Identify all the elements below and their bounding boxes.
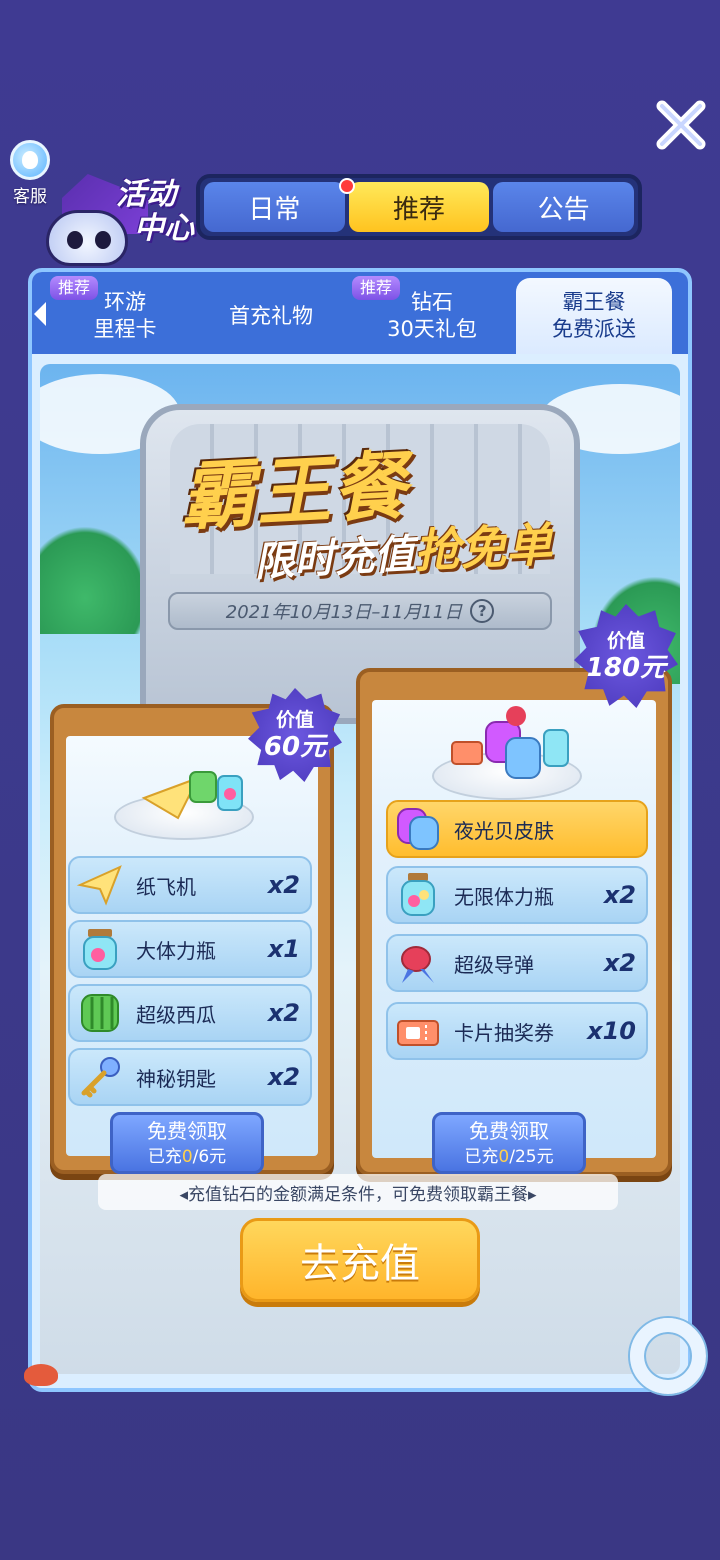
subtab-travel-mileage-card[interactable]: 推荐 环游 里程卡 [50, 276, 200, 354]
value-tag-amount: 60元 [263, 732, 327, 762]
subtab-free-meal[interactable]: 霸王餐 免费派送 [516, 278, 672, 354]
close-icon [656, 100, 706, 150]
progress-prefix: 已充 [464, 1147, 499, 1167]
subtab-diamond-30-day-pack[interactable]: 推荐 钻石 30天礼包 [352, 276, 512, 354]
item-name: 纸飞机 [136, 874, 196, 899]
progress-current: 0 [498, 1147, 510, 1167]
event-scene: 霸王餐 限时充值抢免单 2021年10月13日–11月11日 ? 价值 60元 [40, 364, 680, 1374]
item-quantity: x2 [267, 999, 300, 1027]
mascot-eye [95, 231, 111, 249]
item-quantity: x2 [267, 1063, 300, 1091]
value-tag-label: 价值 [606, 630, 645, 652]
tab-announcement[interactable]: 公告 [493, 182, 635, 232]
item-name: 神秘钥匙 [136, 1066, 216, 1091]
subtab-line1: 首充礼物 [229, 303, 313, 328]
help-icon[interactable]: ? [470, 599, 495, 623]
key-icon [76, 1053, 124, 1101]
free-claim-button[interactable]: 免费领取 已充0/6元 [110, 1112, 264, 1174]
item-quantity: x10 [587, 1017, 636, 1045]
item-quantity: x2 [267, 871, 300, 899]
progress-target: /6元 [192, 1147, 227, 1167]
recharge-progress: 已充0/6元 [113, 1145, 261, 1169]
progress-current: 0 [181, 1147, 193, 1167]
subtab-line1: 霸王餐 [562, 290, 626, 314]
tab-recommended[interactable]: 推荐 [338, 178, 490, 232]
paper-plane-icon [76, 861, 124, 909]
condition-note: ◂充值钻石的金额满足条件，可免费领取霸王餐▸ [98, 1174, 618, 1210]
logo-title-line1: 活动 [116, 177, 176, 212]
event-center-logo: 活动 中心 [38, 158, 198, 268]
crab-decoration-icon [24, 1364, 58, 1386]
close-button[interactable] [652, 96, 710, 154]
notification-dot [338, 178, 355, 194]
subtab-line2: 里程卡 [93, 317, 157, 341]
item-name: 超级导弹 [454, 952, 534, 977]
top-tab-bar: 日常 推荐 公告 [196, 174, 642, 240]
banner-subtitle-part1: 限时充值 [253, 531, 416, 586]
reward-item: 纸飞机 x2 [68, 856, 312, 914]
subtab-line1: 钻石 [411, 290, 453, 314]
value-tag-label: 价值 [275, 709, 314, 731]
banner-subtitle-highlight: 抢免单 [412, 517, 554, 579]
subtab-line2: 免费派送 [552, 317, 636, 341]
tab-label: 推荐 [393, 194, 446, 225]
reward-item: 超级导弹 x2 [386, 934, 648, 992]
ticket-icon [394, 1007, 442, 1055]
reward-item: 神秘钥匙 x2 [68, 1048, 312, 1106]
progress-target: /25元 [509, 1147, 554, 1167]
missile-icon [394, 939, 442, 987]
logo-title-line2: 中心 [134, 211, 194, 246]
claim-label: 免费领取 [147, 1119, 227, 1143]
item-name: 大体力瓶 [136, 938, 216, 963]
free-claim-button[interactable]: 免费领取 已充0/25元 [432, 1112, 586, 1174]
item-quantity: x2 [603, 881, 636, 909]
subtab-first-recharge-gift[interactable]: 首充礼物 [200, 278, 342, 354]
progress-prefix: 已充 [147, 1147, 182, 1167]
reward-item: 大体力瓶 x1 [68, 920, 312, 978]
reward-bundle-icon [451, 706, 569, 779]
reward-item: 无限体力瓶 x2 [386, 866, 648, 924]
date-range-bar: 2021年10月13日–11月11日 ? [168, 592, 552, 630]
claim-label: 免费领取 [469, 1119, 549, 1143]
reward-board-60: 价值 60元 纸飞机 x2 大体力瓶 x1 超级西瓜 x2 神秘钥匙 x2 免费… [50, 688, 342, 1174]
go-recharge-button[interactable]: 去充值 [240, 1218, 480, 1302]
reward-item: 卡片抽奖券 x10 [386, 1002, 648, 1060]
reward-item-highlight: 夜光贝皮肤 [386, 800, 648, 858]
item-quantity: x2 [603, 949, 636, 977]
item-name: 超级西瓜 [136, 1002, 216, 1027]
value-tag-amount: 180元 [585, 653, 667, 683]
item-quantity: x1 [267, 935, 300, 963]
stamina-bottle-icon [76, 925, 124, 973]
reward-board-180: 价值 180元 夜光贝皮肤 无限体力瓶 x2 超级导弹 x2 卡片抽奖券 x10… [356, 604, 678, 1176]
scroll-left-arrow-icon[interactable] [34, 302, 46, 326]
reward-item: 超级西瓜 x2 [68, 984, 312, 1042]
date-range-text: 2021年10月13日–11月11日 [225, 602, 463, 623]
watermelon-icon [76, 989, 124, 1037]
tab-daily[interactable]: 日常 [204, 182, 345, 232]
tab-label: 日常 [248, 194, 301, 225]
subtab-line1: 环游 [104, 290, 146, 314]
reward-bundle-icon [141, 771, 243, 820]
sub-tab-bar: 推荐 环游 里程卡 首充礼物 推荐 钻石 30天礼包 霸王餐 免费派送 [32, 272, 688, 354]
event-panel: 推荐 环游 里程卡 首充礼物 推荐 钻石 30天礼包 霸王餐 免费派送 霸王餐 … [28, 268, 692, 1392]
item-name: 夜光贝皮肤 [454, 818, 554, 843]
item-name: 卡片抽奖券 [454, 1020, 554, 1045]
lifebuoy-decoration-icon [630, 1318, 706, 1394]
shell-skin-icon [394, 805, 442, 853]
item-name: 无限体力瓶 [454, 884, 554, 909]
subtab-line2: 30天礼包 [387, 317, 477, 341]
recommend-badge: 推荐 [352, 276, 401, 300]
mascot-eye [67, 231, 83, 249]
tab-label: 公告 [537, 194, 590, 225]
recommend-badge: 推荐 [50, 276, 99, 300]
recharge-progress: 已充0/25元 [435, 1145, 583, 1169]
infinite-stamina-icon [394, 871, 442, 919]
logo-title: 活动 中心 [116, 178, 194, 246]
